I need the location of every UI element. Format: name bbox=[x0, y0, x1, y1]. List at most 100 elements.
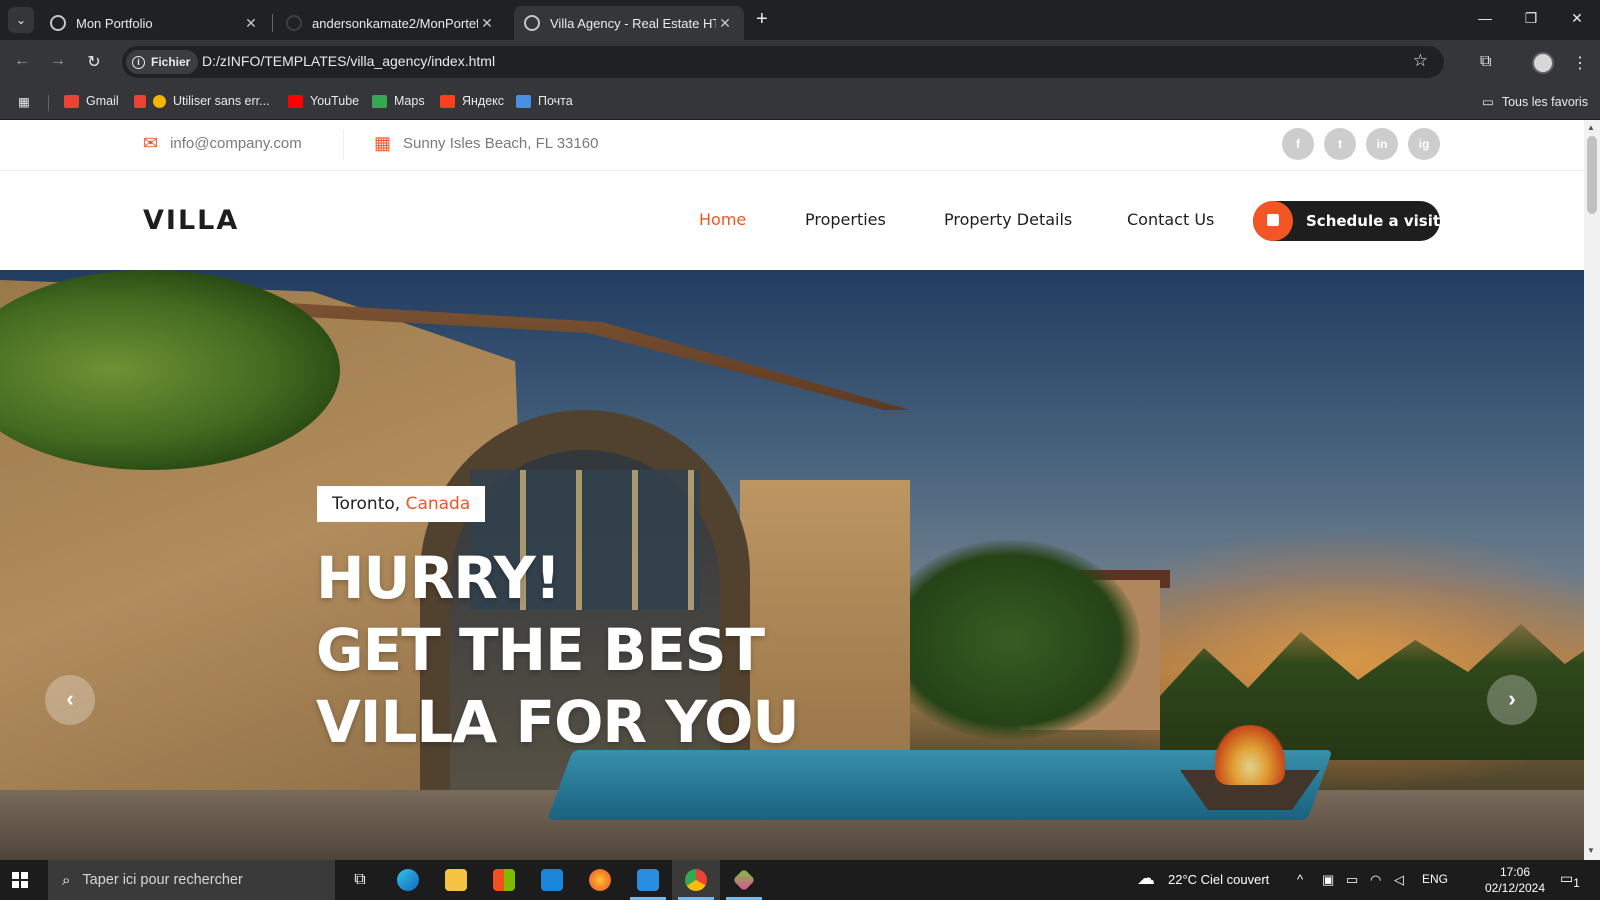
nav-contact-us[interactable]: Contact Us bbox=[1127, 210, 1214, 229]
bookmark-divider bbox=[48, 95, 49, 111]
tray-expand-icon[interactable]: ^ bbox=[1297, 872, 1303, 887]
scroll-up-icon[interactable]: ▲ bbox=[1587, 123, 1595, 132]
new-tab-button[interactable]: + bbox=[756, 8, 768, 31]
close-window-button[interactable]: ✕ bbox=[1554, 10, 1600, 27]
bookmark-label: Tous les favoris bbox=[1501, 94, 1588, 109]
extensions-icon[interactable]: ⧉ bbox=[1480, 53, 1491, 71]
address-info: ▦ Sunny Isles Beach, FL 33160 bbox=[374, 133, 598, 154]
bookmark-gmail[interactable]: Gmail bbox=[64, 94, 119, 108]
nav-properties[interactable]: Properties bbox=[805, 210, 886, 229]
mail-app-icon[interactable] bbox=[528, 860, 576, 900]
page-scrollbar[interactable]: ▲ ▼ bbox=[1584, 120, 1600, 860]
all-bookmarks-folder[interactable]: ▭ Tous les favoris bbox=[1482, 94, 1588, 110]
nav-property-details[interactable]: Property Details bbox=[944, 210, 1072, 229]
tab-title: Villa Agency - Real Estate HTML bbox=[550, 15, 716, 31]
nav-home[interactable]: Home bbox=[699, 210, 746, 229]
bookmark-maps[interactable]: Maps bbox=[372, 94, 425, 108]
tab-strip: ⌄ Mon Portfolio ✕ andersonkamate2/MonPor… bbox=[0, 0, 1600, 40]
search-icon: ⌕ bbox=[62, 871, 71, 889]
cta-label: Schedule a visit bbox=[1306, 212, 1441, 230]
location-badge: Toronto, Canada bbox=[317, 486, 486, 522]
browser-window: ⌄ Mon Portfolio ✕ andersonkamate2/MonPor… bbox=[0, 0, 1600, 860]
location-country: Canada bbox=[405, 494, 471, 514]
notification-count: 1 bbox=[1573, 876, 1580, 890]
github-icon bbox=[286, 15, 302, 31]
scrollbar-thumb[interactable] bbox=[1587, 136, 1597, 214]
restore-button[interactable]: ❐ bbox=[1508, 10, 1554, 27]
bookmark-pochta[interactable]: Почта bbox=[516, 94, 573, 108]
apps-grid-icon[interactable]: ▦ bbox=[18, 94, 30, 109]
language-indicator[interactable]: ENG bbox=[1422, 872, 1448, 886]
back-button[interactable]: ← bbox=[10, 52, 34, 70]
facebook-icon[interactable]: f bbox=[1282, 128, 1314, 160]
reload-button[interactable]: ↻ bbox=[82, 52, 106, 72]
location-city: Toronto, bbox=[332, 494, 401, 514]
file-explorer-icon[interactable] bbox=[432, 860, 480, 900]
chrome-icon[interactable] bbox=[672, 860, 720, 900]
site-info-chip[interactable]: i Fichier bbox=[126, 50, 199, 74]
bookmarks-bar: ▦ Gmail Utiliser sans err... YouTube Map… bbox=[0, 86, 1600, 120]
git-tool-icon[interactable] bbox=[720, 860, 768, 900]
tab-mon-portfolio[interactable]: Mon Portfolio ✕ bbox=[40, 6, 270, 40]
tab-villa-agency[interactable]: Villa Agency - Real Estate HTML ✕ bbox=[514, 6, 744, 40]
tab-search-button[interactable]: ⌄ bbox=[8, 7, 34, 33]
url-text[interactable]: D:/zINFO/TEMPLATES/villa_agency/index.ht… bbox=[202, 53, 495, 69]
yandex-icon bbox=[440, 94, 455, 108]
page-viewport: ✉ info@company.com ▦ Sunny Isles Beach, … bbox=[0, 120, 1584, 860]
windows-start-icon[interactable] bbox=[12, 872, 28, 888]
close-icon[interactable]: ✕ bbox=[716, 15, 734, 32]
globe-icon bbox=[524, 15, 540, 31]
meet-now-icon[interactable]: ▣ bbox=[1322, 872, 1334, 888]
calendar-icon bbox=[1253, 201, 1293, 241]
bookmark-youtube[interactable]: YouTube bbox=[288, 94, 359, 108]
windows-taskbar: ⌕ Taper ici pour rechercher ⧉ ☁ 22°C Cie… bbox=[0, 860, 1600, 900]
weather-icon[interactable]: ☁ bbox=[1137, 868, 1155, 889]
hero-overlay bbox=[0, 270, 1584, 860]
bookmark-label: Gmail bbox=[86, 94, 119, 108]
instagram-icon[interactable]: ig bbox=[1408, 128, 1440, 160]
search-placeholder: Taper ici pour rechercher bbox=[82, 872, 243, 888]
hero-headline-line-3: VILLA FOR YOU bbox=[316, 688, 800, 756]
envelope-icon: ✉ bbox=[143, 133, 159, 153]
email-info[interactable]: ✉ info@company.com bbox=[143, 133, 302, 154]
forward-button[interactable]: → bbox=[46, 52, 70, 70]
bookmark-utiliser[interactable]: Utiliser sans err... bbox=[134, 94, 270, 108]
weather-text[interactable]: 22°C Ciel couvert bbox=[1168, 872, 1269, 887]
emoji-icon bbox=[153, 94, 166, 108]
address-text: Sunny Isles Beach, FL 33160 bbox=[403, 135, 599, 152]
linkedin-icon[interactable]: in bbox=[1366, 128, 1398, 160]
menu-kebab-icon[interactable]: ⋮ bbox=[1572, 53, 1588, 73]
site-logo[interactable]: VILLA bbox=[143, 205, 239, 236]
minimize-button[interactable]: — bbox=[1462, 10, 1508, 26]
scroll-down-icon[interactable]: ▼ bbox=[1587, 846, 1595, 855]
task-view-icon[interactable]: ⧉ bbox=[336, 860, 384, 900]
bookmark-star-icon[interactable]: ☆ bbox=[1413, 51, 1428, 71]
address-bar[interactable]: i Fichier D:/zINFO/TEMPLATES/villa_agenc… bbox=[122, 46, 1444, 78]
edge-icon[interactable] bbox=[384, 860, 432, 900]
volume-icon[interactable]: ◁ bbox=[1394, 872, 1404, 888]
info-icon: i bbox=[132, 55, 145, 69]
store-icon[interactable] bbox=[480, 860, 528, 900]
bookmark-yandex[interactable]: Яндекс bbox=[440, 94, 504, 108]
info-divider bbox=[343, 130, 344, 160]
youtube-icon bbox=[288, 94, 303, 108]
notification-center-icon[interactable]: ▭1 bbox=[1560, 870, 1580, 890]
profile-avatar[interactable] bbox=[1532, 52, 1554, 74]
firefox-icon[interactable] bbox=[576, 860, 624, 900]
browser-toolbar: ← → ↻ i Fichier D:/zINFO/TEMPLATES/villa… bbox=[0, 40, 1600, 86]
carousel-next-button[interactable]: › bbox=[1487, 675, 1537, 725]
top-info-bar: ✉ info@company.com ▦ Sunny Isles Beach, … bbox=[0, 120, 1584, 171]
close-icon[interactable]: ✕ bbox=[242, 15, 260, 32]
vscode-icon[interactable] bbox=[624, 860, 672, 900]
close-icon[interactable]: ✕ bbox=[478, 15, 496, 32]
tab-github[interactable]: andersonkamate2/MonPortefol ✕ bbox=[276, 6, 506, 40]
wifi-icon[interactable]: ◠ bbox=[1370, 872, 1381, 888]
carousel-prev-button[interactable]: ‹ bbox=[45, 675, 95, 725]
taskbar-clock[interactable]: 17:06 02/12/2024 bbox=[1480, 864, 1550, 896]
battery-icon[interactable]: ▭ bbox=[1346, 872, 1358, 888]
twitter-icon[interactable]: t bbox=[1324, 128, 1356, 160]
schedule-visit-button[interactable]: Schedule a visit bbox=[1253, 201, 1440, 241]
globe-icon bbox=[50, 15, 66, 31]
taskbar-search-box[interactable]: ⌕ Taper ici pour rechercher bbox=[48, 860, 335, 900]
maps-icon bbox=[372, 94, 387, 108]
